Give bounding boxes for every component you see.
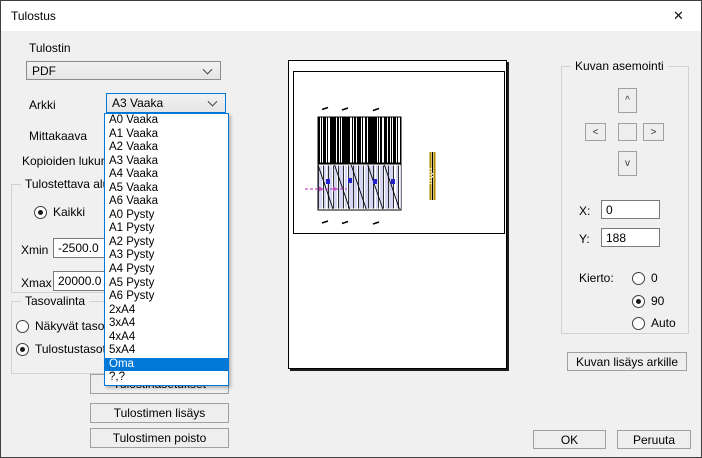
add-printer-label: Tulostimen lisäys bbox=[114, 406, 206, 420]
close-icon: ✕ bbox=[673, 8, 684, 24]
positioning-title: Kuvan asemointi bbox=[571, 59, 668, 73]
print-dialog: Tulostus ✕ Tulostin PDF Arkki A3 Vaaka M… bbox=[0, 0, 702, 458]
layer-selection-title: Tasovalinta bbox=[21, 294, 89, 308]
radio-rotation-0-label: 0 bbox=[651, 271, 658, 285]
radio-visible-layers-label: Näkyvät tasot bbox=[35, 319, 108, 333]
sheet-size-listbox[interactable]: A0 VaakaA1 VaakaA2 VaakaA3 VaakaA4 Vaaka… bbox=[104, 113, 229, 386]
dropdown-item[interactable]: A0 Vaaka bbox=[105, 114, 228, 128]
add-image-to-sheet-button[interactable]: Kuvan lisäys arkille bbox=[567, 352, 687, 371]
radio-icon bbox=[16, 343, 29, 356]
radio-icon bbox=[632, 317, 645, 330]
remove-printer-button[interactable]: Tulostimen poisto bbox=[90, 428, 229, 448]
ok-label: OK bbox=[561, 433, 578, 447]
dropdown-item[interactable]: 5xA4 bbox=[105, 344, 228, 358]
dropdown-item[interactable]: A3 Vaaka bbox=[105, 155, 228, 169]
chevron-down-icon bbox=[208, 97, 218, 107]
radio-icon bbox=[16, 320, 29, 333]
dropdown-item[interactable]: Oma bbox=[105, 358, 228, 372]
dropdown-item[interactable]: ?,? bbox=[105, 371, 228, 385]
chevron-down-icon bbox=[203, 64, 213, 74]
dropdown-item[interactable]: A0 Pysty bbox=[105, 209, 228, 223]
dropdown-item[interactable]: A1 Vaaka bbox=[105, 128, 228, 142]
sheet-size-select[interactable]: A3 Vaaka bbox=[106, 93, 226, 113]
dropdown-item[interactable]: 2xA4 bbox=[105, 304, 228, 318]
add-printer-button[interactable]: Tulostimen lisäys bbox=[90, 403, 229, 423]
move-down-button[interactable]: v bbox=[618, 151, 637, 176]
radio-print-layers-label: Tulostustasot bbox=[35, 342, 106, 356]
radio-all-label: Kaikki bbox=[53, 205, 85, 219]
preview-yellow-element bbox=[431, 152, 435, 200]
cancel-label: Peruuta bbox=[633, 433, 675, 447]
radio-rotation-90-label: 90 bbox=[651, 294, 664, 308]
remove-printer-label: Tulostimen poisto bbox=[113, 431, 207, 445]
cancel-button[interactable]: Peruuta bbox=[617, 430, 691, 449]
dropdown-item[interactable]: A6 Vaaka bbox=[105, 195, 228, 209]
y-field[interactable] bbox=[601, 228, 660, 247]
dropdown-item[interactable]: 3xA4 bbox=[105, 317, 228, 331]
dropdown-item[interactable]: A6 Pysty bbox=[105, 290, 228, 304]
preview-striped-block bbox=[305, 164, 401, 210]
dropdown-item[interactable]: 4xA4 bbox=[105, 331, 228, 345]
move-right-button[interactable]: > bbox=[643, 123, 664, 141]
printer-label: Tulostin bbox=[29, 41, 71, 55]
xmax-label: Xmax bbox=[21, 276, 52, 290]
close-button[interactable]: ✕ bbox=[656, 1, 701, 31]
radio-icon bbox=[632, 295, 645, 308]
dropdown-item[interactable]: A2 Vaaka bbox=[105, 141, 228, 155]
radio-rotation-0[interactable]: 0 bbox=[632, 271, 658, 285]
move-left-button[interactable]: < bbox=[585, 123, 606, 141]
preview-hatch-block bbox=[318, 117, 401, 165]
dropdown-item[interactable]: A4 Pysty bbox=[105, 263, 228, 277]
ok-button[interactable]: OK bbox=[533, 430, 606, 449]
radio-rotation-90[interactable]: 90 bbox=[632, 294, 664, 308]
sheet-size-select-value: A3 Vaaka bbox=[112, 96, 163, 110]
up-arrow-icon: ^ bbox=[625, 95, 630, 106]
printer-select-value: PDF bbox=[32, 64, 56, 78]
scale-label: Mittakaava bbox=[29, 129, 87, 143]
dropdown-item[interactable]: A5 Vaaka bbox=[105, 182, 228, 196]
y-label: Y: bbox=[579, 232, 590, 246]
radio-rotation-auto[interactable]: Auto bbox=[632, 316, 676, 330]
x-field[interactable] bbox=[601, 200, 660, 219]
dropdown-item[interactable]: A4 Vaaka bbox=[105, 168, 228, 182]
print-preview bbox=[288, 60, 507, 369]
move-center-button[interactable] bbox=[618, 123, 637, 141]
printer-select[interactable]: PDF bbox=[26, 61, 221, 80]
down-arrow-icon: v bbox=[625, 158, 630, 169]
dialog-title: Tulostus bbox=[11, 9, 56, 23]
left-arrow-icon: < bbox=[593, 127, 599, 138]
rotation-label: Kierto: bbox=[579, 271, 614, 285]
xmin-label: Xmin bbox=[21, 243, 48, 257]
radio-print-layers[interactable]: Tulostustasot bbox=[16, 342, 106, 356]
dropdown-item[interactable]: A2 Pysty bbox=[105, 236, 228, 250]
x-label: X: bbox=[579, 204, 590, 218]
move-up-button[interactable]: ^ bbox=[618, 88, 637, 113]
preview-drawing bbox=[289, 61, 508, 370]
right-arrow-icon: > bbox=[651, 127, 657, 138]
radio-visible-layers[interactable]: Näkyvät tasot bbox=[16, 319, 108, 333]
dropdown-item[interactable]: A1 Pysty bbox=[105, 222, 228, 236]
radio-rotation-auto-label: Auto bbox=[651, 316, 676, 330]
sheet-label: Arkki bbox=[29, 98, 56, 112]
radio-icon bbox=[34, 206, 47, 219]
dropdown-item[interactable]: A3 Pysty bbox=[105, 249, 228, 263]
radio-all[interactable]: Kaikki bbox=[34, 205, 85, 219]
radio-icon bbox=[632, 272, 645, 285]
title-bar: Tulostus ✕ bbox=[1, 1, 701, 31]
add-image-to-sheet-label: Kuvan lisäys arkille bbox=[576, 355, 678, 369]
dropdown-item[interactable]: A5 Pysty bbox=[105, 277, 228, 291]
